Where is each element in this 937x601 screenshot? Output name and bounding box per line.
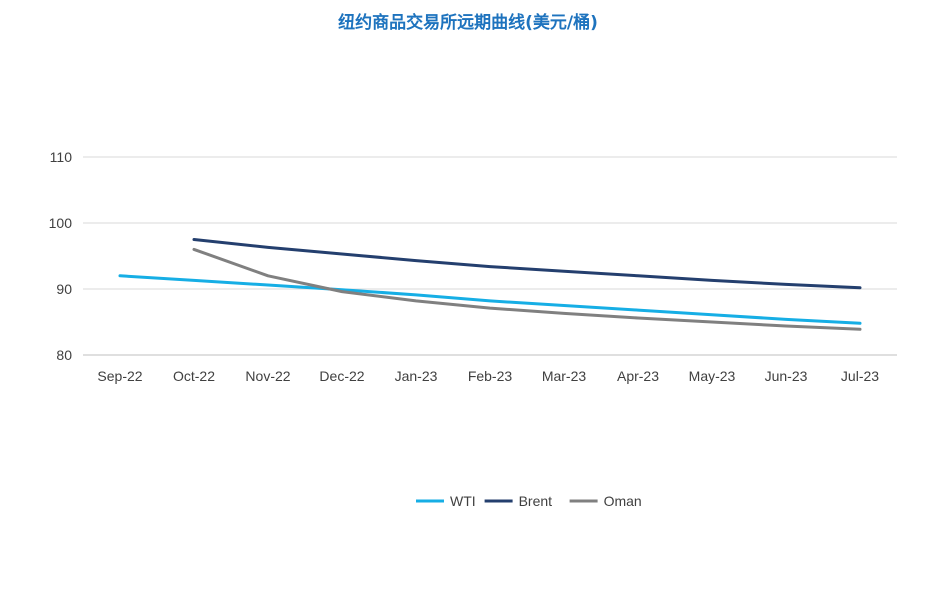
x-tick-label: Mar-23 xyxy=(542,368,587,384)
x-tick-label: Nov-22 xyxy=(245,368,290,384)
y-tick-label: 80 xyxy=(56,347,72,363)
x-tick-label: Jul-23 xyxy=(841,368,879,384)
legend-item-oman: Oman xyxy=(569,493,642,509)
legend-item-brent: Brent xyxy=(484,493,553,509)
x-tick-label: Jan-23 xyxy=(395,368,438,384)
x-tick-label: Apr-23 xyxy=(617,368,659,384)
x-tick-label: Oct-22 xyxy=(173,368,215,384)
x-tick-label: Dec-22 xyxy=(319,368,364,384)
x-tick-label: May-23 xyxy=(689,368,736,384)
x-tick-label: Feb-23 xyxy=(468,368,513,384)
y-tick-label: 110 xyxy=(50,149,73,165)
x-axis-ticks: Sep-22 Oct-22 Nov-22 Dec-22 Jan-23 Feb-23 Mar-… xyxy=(97,368,879,384)
y-axis-ticks: 80 90 100 110 xyxy=(49,149,73,363)
legend: WTI Brent Oman xyxy=(416,493,642,509)
legend-label: WTI xyxy=(450,493,476,509)
x-tick-label: Sep-22 xyxy=(97,368,142,384)
chart-title: 纽约商品交易所远期曲线(美元/桶) xyxy=(338,12,598,33)
legend-label: Brent xyxy=(519,493,553,509)
forward-curve-chart: 纽约商品交易所远期曲线(美元/桶) 80 90 100 110 Sep-22 Oct-2… xyxy=(49,12,897,509)
x-tick-label: Jun-23 xyxy=(765,368,808,384)
y-tick-label: 90 xyxy=(56,281,72,297)
legend-item-wti: WTI xyxy=(416,493,476,509)
y-tick-label: 100 xyxy=(49,215,73,231)
legend-label: Oman xyxy=(604,493,642,509)
series-lines xyxy=(118,238,862,331)
